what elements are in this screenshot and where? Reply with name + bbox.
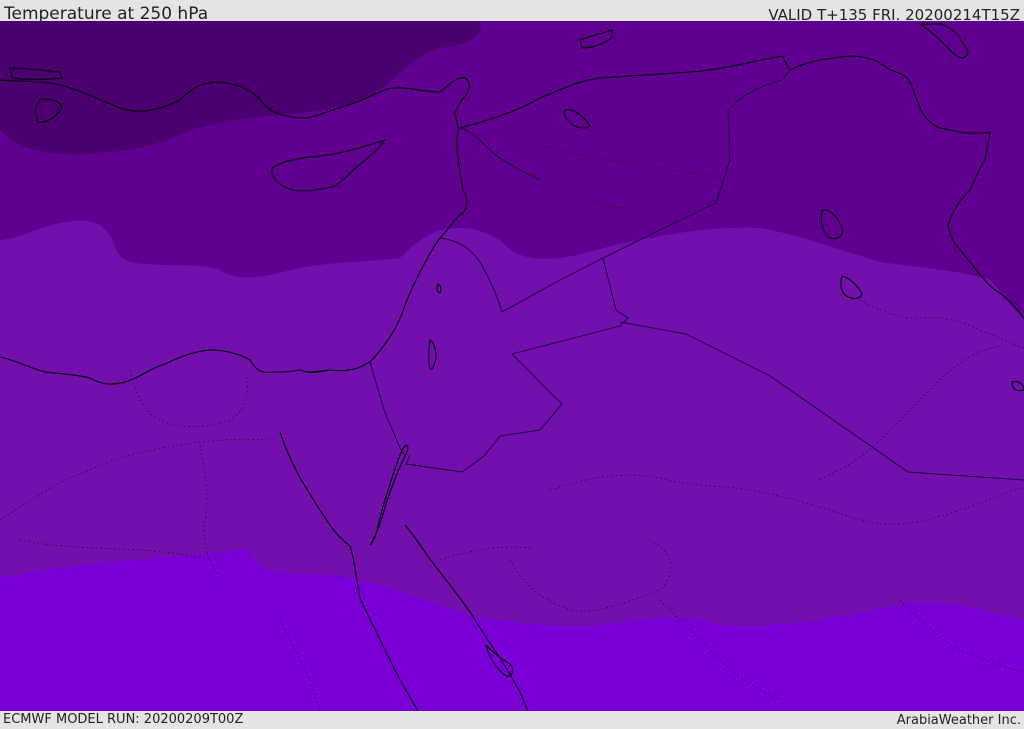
valid-time: VALID T+135 FRI. 20200214T15Z xyxy=(768,6,1020,24)
map-title: Temperature at 250 hPa xyxy=(4,4,209,24)
credit-label: ArabiaWeather Inc. xyxy=(896,713,1021,728)
weather-map[interactable] xyxy=(0,21,1024,711)
header-bar: Temperature at 250 hPa VALID T+135 FRI. … xyxy=(0,0,1024,24)
footer-bar: ECMWF MODEL RUN: 20200209T00Z ArabiaWeat… xyxy=(0,711,1024,729)
model-run-label: ECMWF MODEL RUN: 20200209T00Z xyxy=(3,712,244,727)
